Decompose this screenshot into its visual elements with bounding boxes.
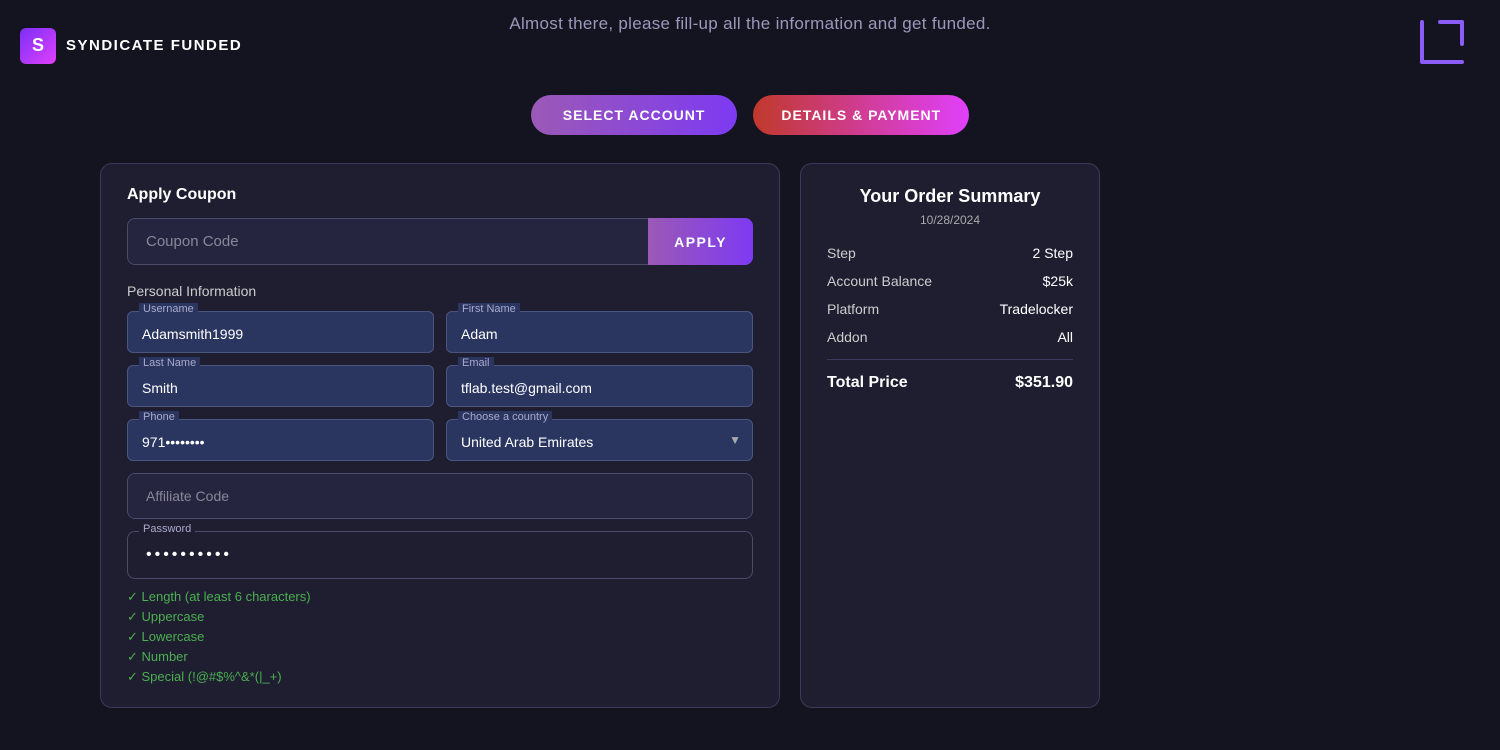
main-content: Apply Coupon APPLY Personal Information … [0, 145, 1500, 708]
form-grid: Username First Name Last Name Email Phon… [127, 311, 753, 461]
total-price-value: $351.90 [1015, 374, 1073, 392]
coupon-row: APPLY [127, 218, 753, 265]
apply-coupon-title: Apply Coupon [127, 186, 753, 204]
order-summary-title: Your Order Summary [827, 186, 1073, 207]
password-input[interactable] [127, 531, 753, 579]
step-value: 2 Step [1033, 245, 1073, 261]
lastname-label: Last Name [139, 357, 200, 369]
details-payment-button[interactable]: DETAILS & PAYMENT [753, 95, 969, 135]
select-account-button[interactable]: SELECT ACCOUNT [531, 95, 738, 135]
balance-value: $25k [1043, 273, 1073, 289]
addon-label: Addon [827, 329, 867, 345]
country-field-wrap: Choose a country United Arab Emirates ▼ [446, 419, 753, 461]
addon-value: All [1057, 329, 1073, 345]
logo-area: S SYNDICATE FUNDED [20, 28, 242, 64]
validation-number: ✓ Number [127, 649, 753, 665]
header-subtitle: Almost there, please fill-up all the inf… [509, 14, 990, 34]
firstname-field-wrap: First Name [446, 311, 753, 353]
username-input[interactable] [127, 311, 434, 353]
lastname-field-wrap: Last Name [127, 365, 434, 407]
order-row-balance: Account Balance $25k [827, 273, 1073, 289]
email-label: Email [458, 357, 494, 369]
platform-label: Platform [827, 301, 879, 317]
apply-button[interactable]: APPLY [648, 218, 753, 265]
total-price-label: Total Price [827, 374, 908, 392]
order-row-step: Step 2 Step [827, 245, 1073, 261]
step-label: Step [827, 245, 856, 261]
corner-logo [1412, 12, 1472, 79]
firstname-label: First Name [458, 303, 520, 315]
logo-icon: S [20, 28, 56, 64]
coupon-input[interactable] [127, 218, 648, 265]
left-panel: Apply Coupon APPLY Personal Information … [100, 163, 780, 708]
platform-value: Tradelocker [1000, 301, 1073, 317]
order-summary-panel: Your Order Summary 10/28/2024 Step 2 Ste… [800, 163, 1100, 708]
order-row-addon: Addon All [827, 329, 1073, 345]
password-wrap: Password [127, 531, 753, 579]
validation-lowercase: ✓ Lowercase [127, 629, 753, 645]
validation-uppercase: ✓ Uppercase [127, 609, 753, 625]
affiliate-wrap [127, 473, 753, 519]
phone-field-wrap: Phone [127, 419, 434, 461]
validation-list: ✓ Length (at least 6 characters) ✓ Upper… [127, 589, 753, 685]
balance-label: Account Balance [827, 273, 932, 289]
phone-input[interactable] [127, 419, 434, 461]
personal-info-title: Personal Information [127, 283, 753, 299]
logo-text: SYNDICATE FUNDED [66, 37, 242, 54]
firstname-input[interactable] [446, 311, 753, 353]
email-field-wrap: Email [446, 365, 753, 407]
validation-length: ✓ Length (at least 6 characters) [127, 589, 753, 605]
order-row-platform: Platform Tradelocker [827, 301, 1073, 317]
order-total-row: Total Price $351.90 [827, 374, 1073, 392]
country-select[interactable]: United Arab Emirates [446, 419, 753, 461]
order-divider [827, 359, 1073, 360]
nav-buttons: SELECT ACCOUNT DETAILS & PAYMENT [0, 95, 1500, 135]
order-date: 10/28/2024 [827, 213, 1073, 227]
country-label: Choose a country [458, 411, 552, 423]
validation-special: ✓ Special (!@#$%^&*(|_+) [127, 669, 753, 685]
email-input[interactable] [446, 365, 753, 407]
header: S SYNDICATE FUNDED Almost there, please … [0, 0, 1500, 79]
lastname-input[interactable] [127, 365, 434, 407]
affiliate-input[interactable] [127, 473, 753, 519]
username-field-wrap: Username [127, 311, 434, 353]
password-label: Password [139, 523, 195, 535]
phone-label: Phone [139, 411, 179, 423]
username-label: Username [139, 303, 198, 315]
